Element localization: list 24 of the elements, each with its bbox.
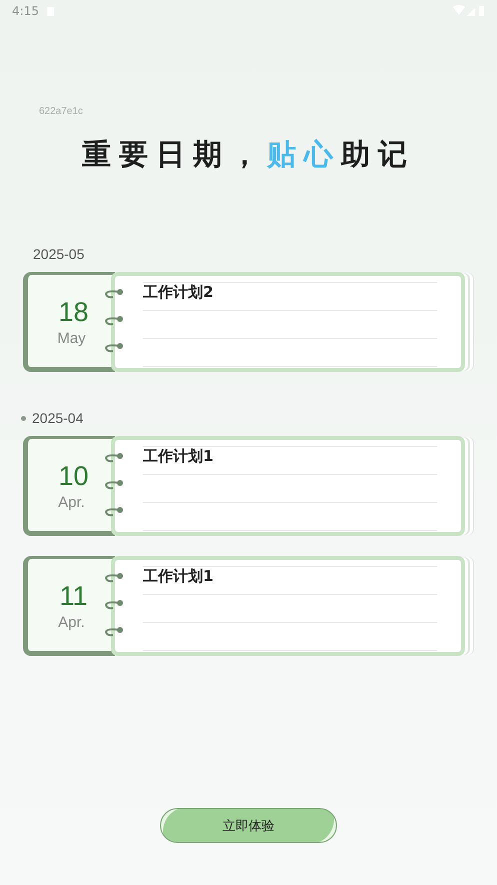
month-header: 2025-04 bbox=[32, 410, 84, 426]
code-label: 622a7e1c bbox=[39, 106, 84, 117]
day-number: 10 bbox=[57, 461, 89, 492]
ring-icon bbox=[103, 599, 125, 611]
ring-icon bbox=[103, 452, 125, 464]
month-name: May bbox=[57, 330, 86, 347]
ring-icon bbox=[103, 315, 125, 327]
headline: 重要日期，贴心 助记 bbox=[81, 136, 416, 173]
ring-icon bbox=[103, 626, 125, 638]
ring-icon bbox=[103, 506, 125, 518]
plan-title: 工作计划1 bbox=[143, 567, 214, 587]
ring-icon bbox=[103, 479, 125, 491]
month-name: Apr. bbox=[58, 614, 85, 631]
day-number: 18 bbox=[57, 297, 89, 328]
month-name: Apr. bbox=[58, 494, 85, 511]
ring-icon bbox=[103, 342, 125, 354]
try-now-button[interactable]: 立即体验 bbox=[160, 808, 337, 843]
ring-icon bbox=[103, 288, 125, 300]
plan-title: 工作计划2 bbox=[143, 283, 214, 303]
status-time: 4:15 bbox=[12, 4, 39, 18]
day-number: 11 bbox=[58, 581, 88, 612]
plan-title: 工作计划1 bbox=[143, 447, 214, 467]
month-header: 2025-05 bbox=[33, 246, 84, 262]
ring-icon bbox=[103, 572, 125, 584]
